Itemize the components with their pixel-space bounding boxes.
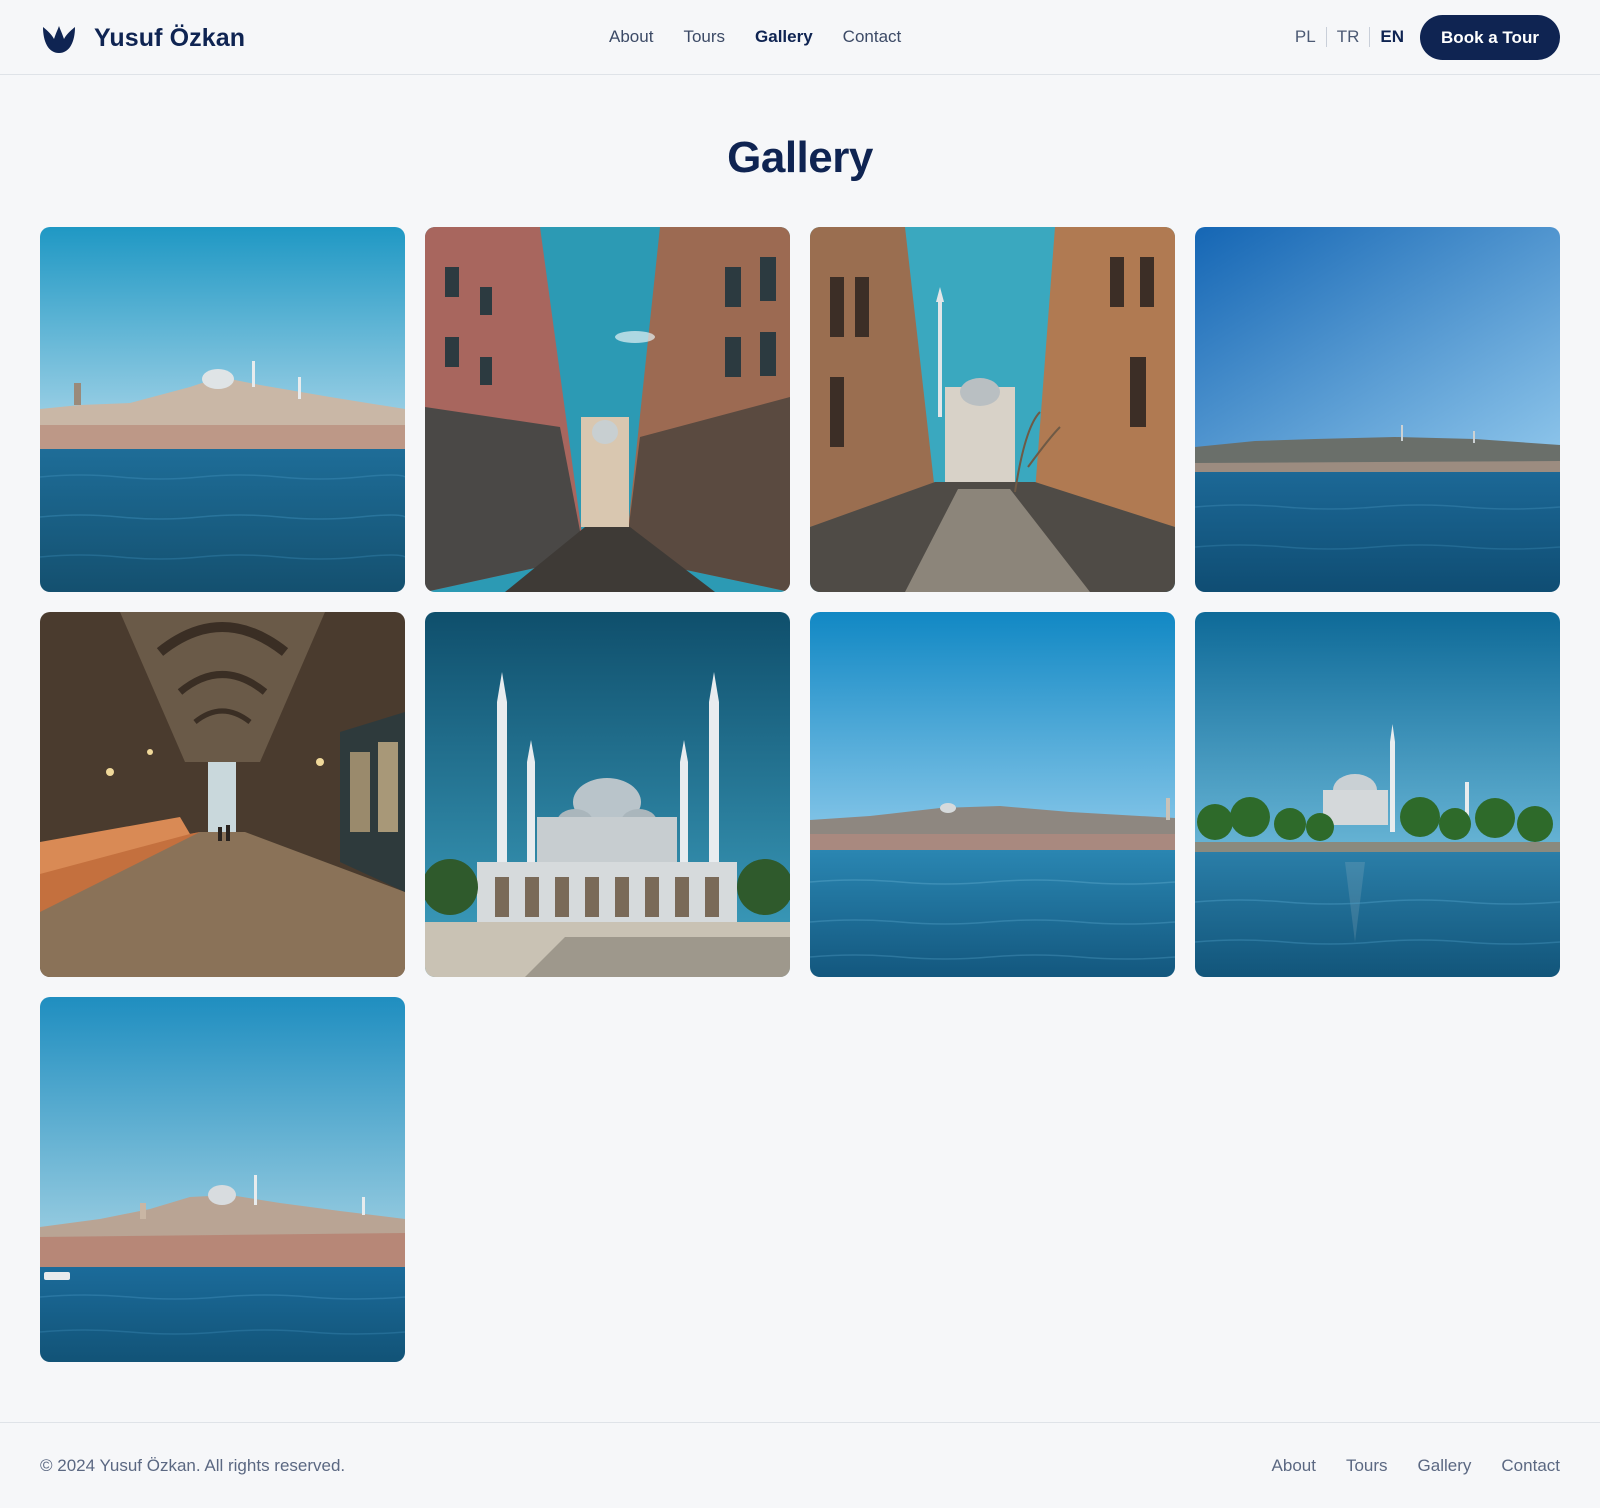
- footer-link-tours[interactable]: Tours: [1346, 1456, 1388, 1476]
- cobbled-street-leading-to-mosque-photo: [810, 227, 1175, 592]
- book-a-tour-button[interactable]: Book a Tour: [1420, 15, 1560, 60]
- gallery-photo[interactable]: [40, 612, 405, 977]
- copyright-text: © 2024 Yusuf Özkan. All rights reserved.: [40, 1456, 346, 1475]
- gallery-photo[interactable]: [1195, 227, 1560, 592]
- nav-tours[interactable]: Tours: [683, 27, 725, 47]
- page-title: Gallery: [727, 133, 873, 182]
- bosphorus-low-skyline-photo: [810, 612, 1175, 977]
- tulip-icon: [43, 26, 75, 53]
- footer-nav: About Tours Gallery Contact: [1242, 1456, 1560, 1476]
- narrow-street-with-mosque-dome-photo: [425, 227, 790, 592]
- nav-contact[interactable]: Contact: [843, 27, 902, 47]
- site-header: Yusuf Özkan About Tours Gallery Contact …: [0, 0, 1600, 75]
- gallery-photo[interactable]: [1195, 612, 1560, 977]
- lang-divider: [1369, 27, 1371, 47]
- footer-link-gallery[interactable]: Gallery: [1418, 1456, 1472, 1476]
- gallery-photo[interactable]: [425, 612, 790, 977]
- footer-link-about[interactable]: About: [1272, 1456, 1316, 1476]
- bosphorus-distant-shoreline-photo: [1195, 227, 1560, 592]
- photo-gallery: [40, 227, 1560, 1362]
- lang-tr[interactable]: TR: [1337, 27, 1360, 47]
- gallery-photo[interactable]: [40, 997, 405, 1362]
- lang-pl[interactable]: PL: [1295, 27, 1316, 47]
- grand-bazaar-arcade-photo: [40, 612, 405, 977]
- language-switcher: PL TR EN: [1295, 27, 1404, 47]
- nav-gallery[interactable]: Gallery: [755, 27, 813, 47]
- mosque-by-the-shore-with-trees-photo: [1195, 612, 1560, 977]
- gallery-photo[interactable]: [810, 612, 1175, 977]
- lang-divider: [1325, 27, 1327, 47]
- gallery-photo[interactable]: [425, 227, 790, 592]
- mosque-with-four-minarets-photo: [425, 612, 790, 977]
- footer-link-contact[interactable]: Contact: [1501, 1456, 1560, 1476]
- nav-about[interactable]: About: [609, 27, 653, 47]
- lang-en[interactable]: EN: [1380, 27, 1404, 47]
- main-nav: About Tours Gallery Contact: [609, 27, 931, 47]
- istanbul-skyline-across-water-photo: [40, 227, 405, 592]
- brand-name: Yusuf Özkan: [94, 23, 246, 52]
- brand[interactable]: Yusuf Özkan: [40, 19, 245, 57]
- gallery-photo[interactable]: [810, 227, 1175, 592]
- gallery-photo[interactable]: [40, 227, 405, 592]
- site-footer: © 2024 Yusuf Özkan. All rights reserved.…: [0, 1422, 1600, 1508]
- istanbul-hillside-skyline-photo: [40, 997, 405, 1362]
